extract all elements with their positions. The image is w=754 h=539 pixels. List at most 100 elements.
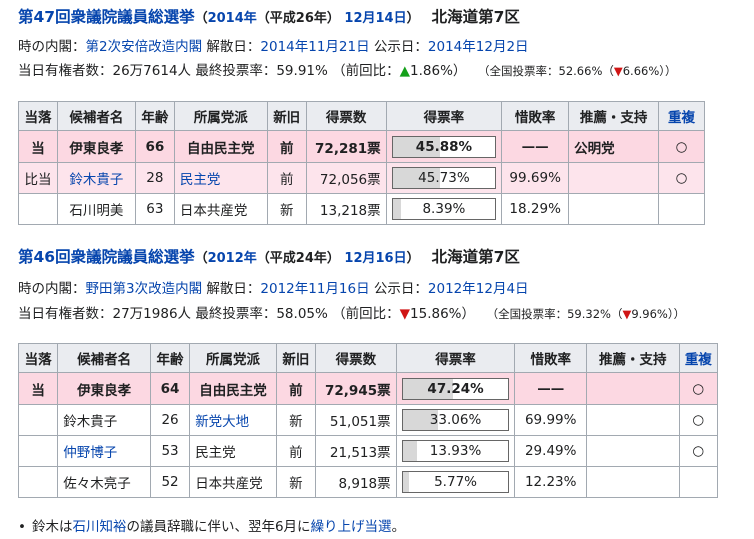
vote-rate-label: 8.39% (422, 201, 466, 217)
dup-cell (658, 193, 705, 225)
table-row: 石川明美 63 日本共産党 新 13,218票 8.39% 18.29% (18, 193, 705, 225)
vote-rate-label: 45.73% (418, 170, 470, 186)
turnout-value: 59.91% (276, 63, 328, 79)
party-link[interactable]: 民主党 (180, 172, 221, 188)
name-cell: 佐々木亮子 (57, 466, 151, 498)
announce-label: 公示日： (373, 39, 428, 55)
dup-cell: ○ (678, 435, 719, 467)
party-link[interactable]: 新党大地 (195, 414, 249, 430)
voters-value: 27万1986人 (112, 306, 192, 322)
election-46-info-line-1: 時の内閣：野田第3次改造内閣 解散日：2012年11月16日 公示日：2012年… (18, 280, 529, 298)
support-cell (585, 466, 680, 498)
votes-cell: 72,281票 (305, 130, 387, 163)
vote-rate-bar: 13.93% (401, 440, 510, 462)
election-47-year-link[interactable]: 2014年 (208, 11, 257, 26)
votes-cell: 72,945票 (315, 372, 397, 405)
status-cell: 前 (266, 162, 307, 194)
party-cell-wrap: 民主党 (173, 162, 268, 194)
name-cell-wrap: 鈴木貴子 (56, 162, 136, 194)
header-status: 新旧 (275, 343, 317, 373)
candidate-name-link[interactable]: 仲野博子 (63, 445, 117, 461)
election-47-open: （ (194, 11, 208, 26)
dup-cell: ○ (678, 404, 719, 436)
result-cell (18, 193, 58, 225)
votes-cell: 8,918票 (315, 466, 397, 498)
cabinet-link[interactable]: 第2次安倍改造内閣 (86, 39, 203, 55)
party-cell-wrap: 新党大地 (189, 404, 277, 436)
party-cell: 自由民主党 (173, 130, 268, 163)
result-cell (17, 404, 59, 436)
election-46-year-link[interactable]: 2012年 (208, 251, 257, 266)
note-mid: の議員辞職に伴い、翌年6月に (126, 519, 311, 535)
election-47-era: （平成26年） (256, 11, 340, 26)
down-arrow-icon: ▼ (613, 64, 623, 78)
header-age: 年齢 (149, 343, 191, 373)
result-cell: 当 (17, 372, 59, 405)
national-paren: （ (602, 64, 614, 78)
voters-label: 当日有権者数： (18, 63, 113, 79)
election-46-date-link[interactable]: 12月16日 (344, 251, 406, 266)
result-cell: 比当 (18, 162, 58, 194)
prev-label: （前回比： (332, 306, 400, 322)
list-item: 鈴木は石川知裕の議員辞職に伴い、翌年6月に繰り上げ当選。 (18, 515, 405, 535)
dissolution-date-link[interactable]: 2014年11月21日 (260, 39, 369, 55)
dup-cell: ○ (678, 372, 719, 405)
election-46-open: （ (194, 251, 208, 266)
election-46-era: （平成24年） (256, 251, 340, 266)
vote-rate-bar: 47.24% (401, 377, 510, 400)
status-cell: 新 (275, 466, 317, 498)
national-label: （全国投票率： (486, 307, 568, 321)
national-value: 52.66% (558, 64, 603, 78)
age-cell: 64 (149, 372, 191, 405)
header-dup-link[interactable]: 重複 (658, 101, 705, 131)
turnout-value: 58.05% (276, 306, 328, 322)
cabinet-label: 時の内閣： (18, 39, 86, 55)
cabinet-label: 時の内閣： (18, 281, 86, 297)
kuriage-link[interactable]: 繰り上げ当選 (311, 519, 392, 535)
name-cell: 伊東良孝 (57, 372, 151, 405)
vote-rate-label: 13.93% (429, 443, 482, 459)
age-cell: 26 (149, 404, 191, 436)
rate-cell: 33.06% (395, 404, 516, 436)
result-cell: 当 (18, 130, 58, 163)
dissolution-date-link[interactable]: 2012年11月16日 (260, 281, 369, 297)
party-cell: 日本共産党 (173, 193, 268, 225)
name-cell: 石川明美 (56, 193, 136, 225)
election-47-title-link[interactable]: 第47回衆議院議員総選挙 (18, 8, 195, 26)
ishikawa-link[interactable]: 石川知裕 (72, 519, 126, 535)
votes-cell: 21,513票 (315, 435, 397, 467)
announce-date-link[interactable]: 2012年12月4日 (428, 281, 529, 297)
rate-cell: 8.39% (385, 193, 503, 225)
support-cell (568, 193, 660, 225)
header-sekihai: 惜敗率 (514, 343, 587, 373)
prev-label: （前回比： (332, 63, 400, 79)
support-cell (585, 404, 680, 436)
prev-value: 15.86% (410, 306, 462, 322)
table-header-row: 当落 候補者名 年齢 所属党派 新旧 得票数 得票率 惜敗率 推薦・支持 重複 (17, 343, 719, 373)
party-cell: 日本共産党 (189, 466, 277, 498)
voters-label: 当日有権者数： (18, 306, 113, 322)
header-dup-link[interactable]: 重複 (678, 343, 719, 373)
cabinet-link[interactable]: 野田第3次改造内閣 (86, 281, 203, 297)
national-diff: 6.66% (622, 64, 660, 78)
status-cell: 前 (275, 372, 317, 405)
election-47-heading: 第47回衆議院議員総選挙（2014年（平成26年） 12月14日） 北海道第7区 (18, 7, 520, 29)
header-rate: 得票率 (395, 343, 516, 373)
rate-cell: 45.88% (385, 130, 503, 163)
election-46-title-link[interactable]: 第46回衆議院議員総選挙 (18, 248, 195, 266)
candidate-name-link[interactable]: 鈴木貴子 (69, 172, 123, 188)
national-label: （全国投票率： (478, 64, 559, 78)
announce-date-link[interactable]: 2014年12月2日 (428, 39, 529, 55)
election-46-info-line-2: 当日有権者数：27万1986人 最終投票率：58.05% （前回比：▼15.86… (18, 305, 685, 323)
election-46-results-table: 当落 候補者名 年齢 所属党派 新旧 得票数 得票率 惜敗率 推薦・支持 重複 … (17, 343, 719, 498)
header-sekihai: 惜敗率 (501, 101, 570, 131)
election-47-date-link[interactable]: 12月14日 (344, 11, 406, 26)
election-47-district: 北海道第7区 (431, 8, 520, 26)
table-row: 鈴木貴子 26 新党大地 新 51,051票 33.06% 69.99% ○ (17, 404, 719, 436)
dup-cell: ○ (658, 162, 705, 194)
turnout-label: 最終投票率： (195, 306, 277, 322)
sekihai-cell: —— (514, 372, 587, 405)
dissolution-label: 解散日： (206, 281, 261, 297)
support-cell: 公明党 (568, 130, 660, 163)
result-cell (17, 466, 59, 498)
